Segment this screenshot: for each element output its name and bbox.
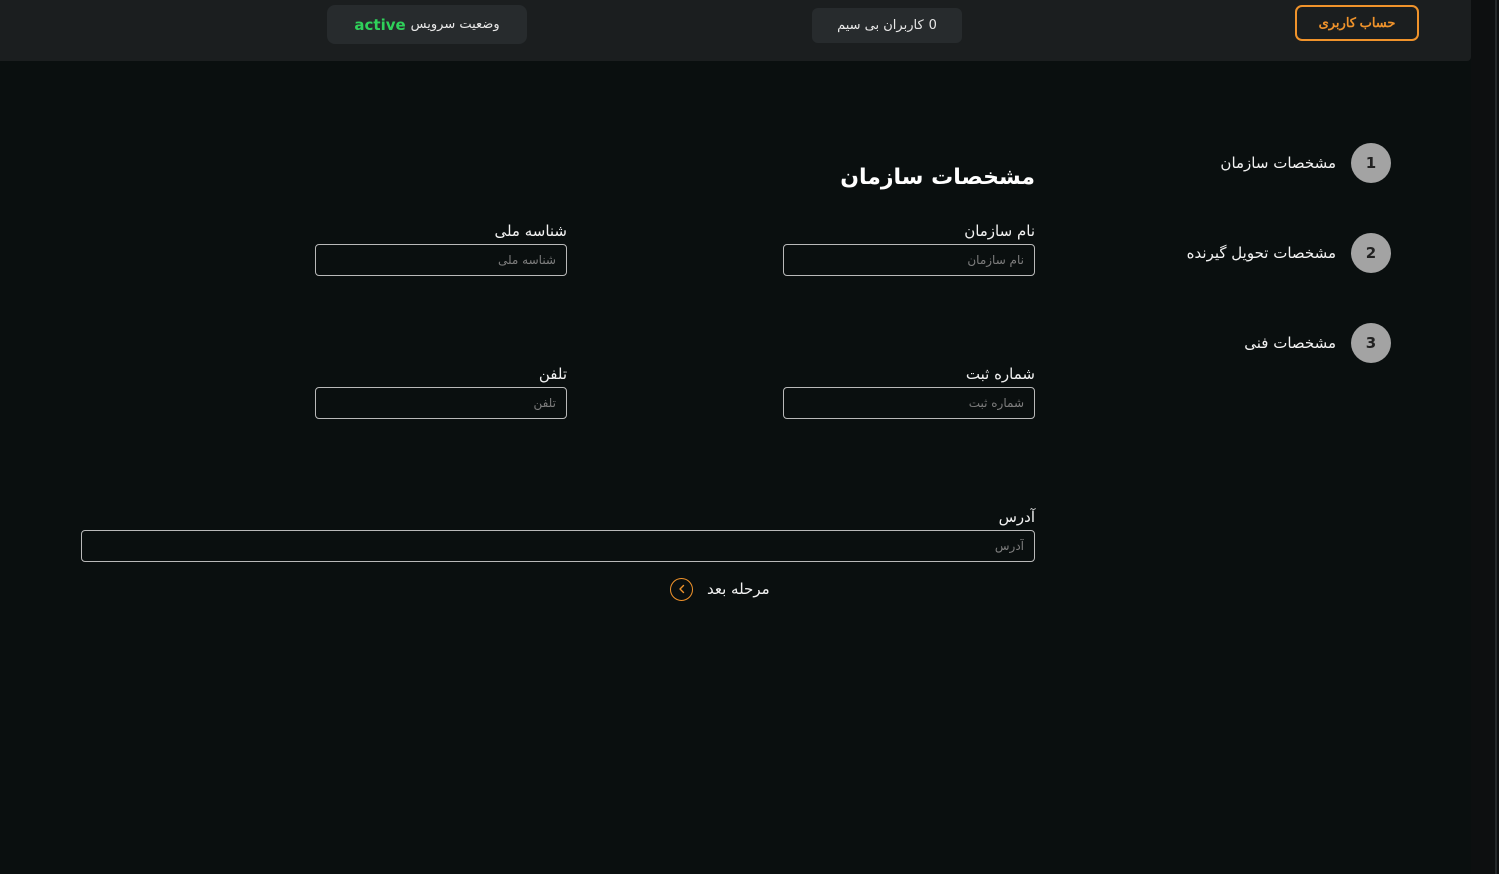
phone-field-group: تلفن: [315, 365, 567, 419]
phone-input[interactable]: [315, 387, 567, 419]
chevron-left-icon: [670, 577, 693, 601]
registration-number-label: شماره ثبت: [965, 365, 1035, 383]
step-1-number: 1: [1351, 143, 1391, 183]
service-status-label: وضعیت سرویس: [410, 17, 500, 32]
address-label: آدرس: [998, 508, 1035, 526]
address-field-group: آدرس: [81, 508, 1035, 562]
service-status-value: active: [354, 15, 406, 34]
step-1[interactable]: 1 مشخصات سازمان: [1220, 143, 1391, 183]
national-id-input[interactable]: [315, 244, 567, 276]
step-3-label: مشخصات فنی: [1244, 334, 1336, 352]
national-id-label: شناسه ملی: [494, 222, 567, 240]
step-3[interactable]: 3 مشخصات فنی: [1244, 323, 1391, 363]
org-name-input[interactable]: [783, 244, 1035, 276]
wireless-users-count: 0: [928, 18, 937, 33]
service-status-badge: وضعیت سرویس active: [327, 5, 527, 44]
org-name-field-group: نام سازمان: [783, 222, 1035, 276]
registration-number-input[interactable]: [783, 387, 1035, 419]
account-button[interactable]: حساب کاربری: [1295, 5, 1419, 41]
wireless-users-label: کاربران بی سیم: [837, 18, 924, 33]
scrollbar-track-line: [1495, 0, 1497, 874]
phone-label: تلفن: [538, 365, 567, 383]
page: وضعیت سرویس active 0 کاربران بی سیم حساب…: [0, 0, 1499, 874]
next-step-button[interactable]: مرحله بعد: [670, 576, 770, 602]
org-name-label: نام سازمان: [964, 222, 1035, 240]
step-3-number: 3: [1351, 323, 1391, 363]
step-2-number: 2: [1351, 233, 1391, 273]
registration-number-field-group: شماره ثبت: [783, 365, 1035, 419]
scrollbar[interactable]: [1471, 0, 1499, 874]
next-step-label: مرحله بعد: [707, 580, 770, 598]
address-input[interactable]: [81, 530, 1035, 562]
national-id-field-group: شناسه ملی: [315, 222, 567, 276]
step-1-label: مشخصات سازمان: [1220, 154, 1336, 172]
top-header-bar: وضعیت سرویس active 0 کاربران بی سیم حساب…: [0, 0, 1471, 61]
form-title: مشخصات سازمان: [840, 165, 1035, 190]
step-2[interactable]: 2 مشخصات تحویل گیرنده: [1187, 233, 1391, 273]
wireless-users-badge: 0 کاربران بی سیم: [812, 8, 962, 43]
step-2-label: مشخصات تحویل گیرنده: [1186, 244, 1336, 262]
